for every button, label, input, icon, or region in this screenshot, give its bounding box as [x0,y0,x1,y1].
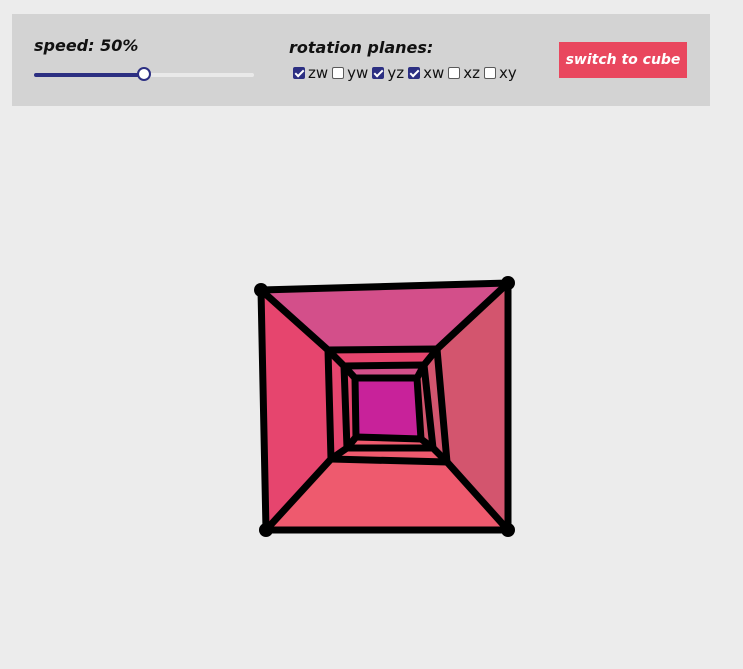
core-face [355,378,421,439]
vertex-dot [259,523,273,537]
vertex-dot [254,283,268,297]
vertex-dot [501,276,515,290]
tesseract-canvas [254,276,515,537]
vertex-dot [501,523,515,537]
